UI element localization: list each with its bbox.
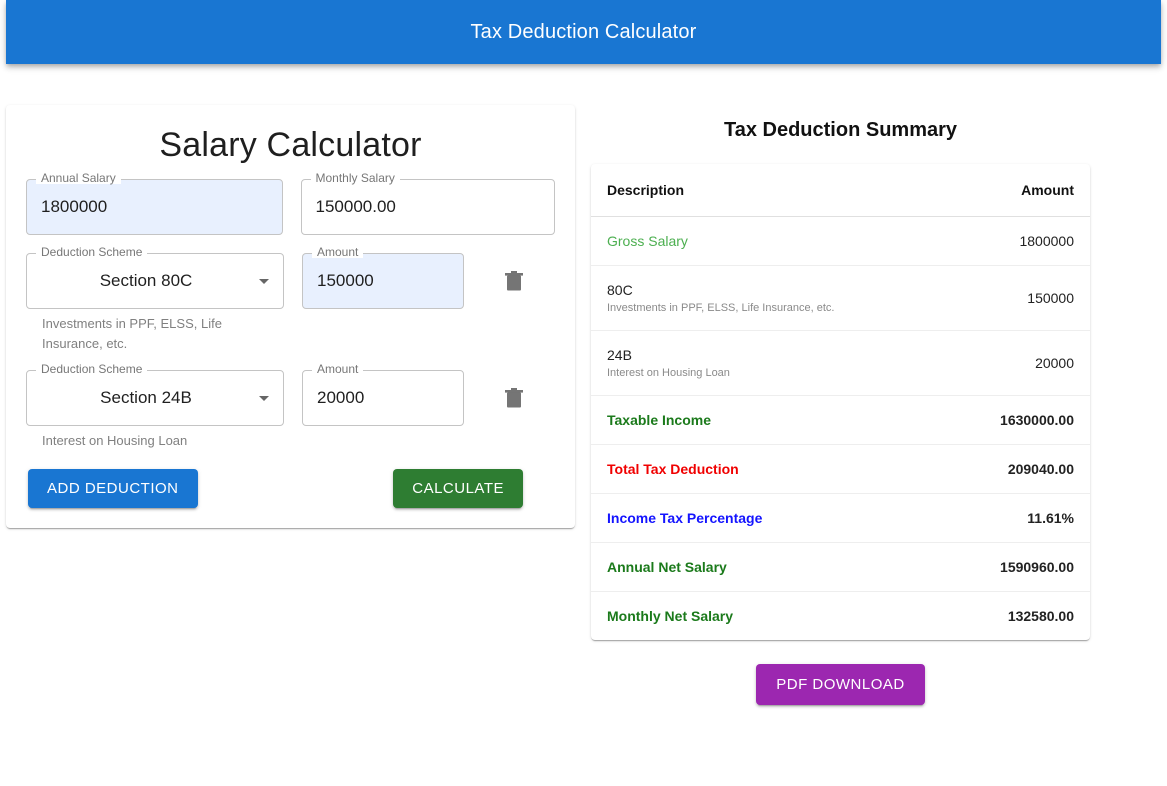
row-label: Taxable Income [607, 412, 712, 428]
row-sublabel: Investments in PPF, ELSS, Life Insurance… [607, 302, 835, 314]
row-amount: 1800000 [945, 216, 1090, 266]
table-row: Gross Salary 1800000 [591, 216, 1090, 266]
row-amount: 20000 [945, 330, 1090, 396]
table-row: Annual Net Salary 1590960.00 [591, 542, 1090, 592]
row-label-cell: Gross Salary [591, 216, 946, 266]
table-header-row: Description Amount [591, 164, 1090, 217]
deduction-amount-value-0: 150000 [317, 271, 374, 290]
calculate-button[interactable]: CALCULATE [393, 469, 523, 508]
deduction-scheme-label-1: Deduction Scheme [36, 363, 148, 375]
chevron-down-icon[interactable] [259, 395, 269, 401]
summary-table-card: Description Amount Gross Salary 1800000 … [591, 164, 1090, 640]
row-label: Gross Salary [607, 233, 688, 249]
row-amount: 150000 [945, 265, 1090, 331]
annual-salary-input[interactable]: Annual Salary 1800000 [26, 172, 283, 235]
table-row: 80C Investments in PPF, ELSS, Life Insur… [591, 265, 1090, 331]
table-row: Total Tax Deduction 209040.00 [591, 444, 1090, 494]
deduction-helper-text-0: Investments in PPF, ELSS, Life Insurance… [42, 316, 222, 351]
summary-table: Description Amount Gross Salary 1800000 … [591, 164, 1090, 640]
row-amount: 11.61% [945, 493, 1090, 543]
row-label: Monthly Net Salary [607, 608, 734, 624]
monthly-salary-value: 150000.00 [315, 197, 396, 216]
delete-deduction-button-0[interactable] [494, 261, 534, 301]
page-title: Salary Calculator [159, 126, 422, 164]
monthly-salary-input[interactable]: Monthly Salary 150000.00 [300, 172, 555, 235]
table-row: Income Tax Percentage 11.61% [591, 493, 1090, 543]
deduction-amount-label-1: Amount [312, 363, 364, 375]
row-amount: 1590960.00 [945, 542, 1090, 592]
row-label: Annual Net Salary [607, 559, 727, 575]
column-header-amount: Amount [945, 164, 1090, 217]
trash-icon [505, 388, 523, 408]
row-label-cell: Annual Net Salary [591, 542, 946, 592]
calculator-actions: ADD DEDUCTION CALCULATE [26, 469, 555, 508]
row-label-cell: Income Tax Percentage [591, 493, 946, 543]
column-header-description: Description [591, 164, 946, 217]
add-deduction-button[interactable]: ADD DEDUCTION [28, 469, 198, 508]
table-row: Taxable Income 1630000.00 [591, 395, 1090, 445]
summary-title: Tax Deduction Summary [723, 119, 958, 141]
pdf-download-button[interactable]: PDF DOWNLOAD [756, 664, 925, 705]
annual-salary-label: Annual Salary [36, 172, 121, 184]
row-label: Total Tax Deduction [607, 461, 739, 477]
row-label-cell: 80C Investments in PPF, ELSS, Life Insur… [591, 265, 946, 331]
row-label: 24B [607, 347, 632, 363]
deduction-row: Deduction Scheme Section 80C Amount 1500… [26, 246, 555, 309]
summary-table-body: Gross Salary 1800000 80C Investments in … [591, 216, 1090, 641]
deduction-scheme-select-1[interactable]: Deduction Scheme Section 24B [26, 363, 284, 426]
deduction-scheme-label-0: Deduction Scheme [36, 246, 148, 258]
row-label-cell: 24B Interest on Housing Loan [591, 330, 946, 396]
deduction-helper-text-1: Interest on Housing Loan [42, 433, 188, 448]
row-amount: 209040.00 [945, 444, 1090, 494]
row-label: 80C [607, 282, 633, 298]
app-title: Tax Deduction Calculator [470, 20, 697, 43]
row-label-cell: Total Tax Deduction [591, 444, 946, 494]
row-label-cell: Monthly Net Salary [591, 592, 945, 641]
row-amount: 132580.00 [1007, 608, 1074, 624]
trash-icon [505, 271, 523, 291]
deduction-amount-label-0: Amount [312, 246, 364, 258]
table-row: Monthly Net Salary 132580.00 [591, 592, 1090, 641]
app-header: Tax Deduction Calculator [6, 0, 1161, 64]
row-amount: 1630000.00 [945, 395, 1090, 445]
deduction-scheme-value-0: Section 80C [99, 271, 193, 290]
salary-calculator-card: Salary Calculator Annual Salary 1800000 … [6, 105, 575, 528]
deduction-scheme-value-1: Section 24B [100, 388, 192, 407]
table-row: 24B Interest on Housing Loan 20000 [591, 330, 1090, 396]
delete-deduction-button-1[interactable] [494, 378, 534, 418]
deduction-amount-input-1[interactable]: Amount 20000 [302, 363, 464, 426]
monthly-salary-label: Monthly Salary [310, 172, 400, 184]
row-label-cell: Taxable Income [591, 395, 946, 445]
annual-salary-value: 1800000 [41, 197, 108, 216]
row-label: Income Tax Percentage [607, 510, 763, 526]
deduction-scheme-select-0[interactable]: Deduction Scheme Section 80C [26, 246, 284, 309]
deduction-amount-value-1: 20000 [317, 388, 365, 407]
chevron-down-icon[interactable] [259, 278, 269, 284]
deduction-row: Deduction Scheme Section 24B Amount 2000… [26, 363, 555, 426]
pdf-download-area: PDF DOWNLOAD [591, 664, 1090, 705]
deduction-amount-input-0[interactable]: Amount 150000 [302, 246, 464, 309]
tax-deduction-summary: Tax Deduction Summary Description Amount… [591, 109, 1090, 705]
salary-row: Annual Salary 1800000 Monthly Salary 150… [26, 172, 555, 235]
summary-table-head: Description Amount [591, 164, 1090, 217]
row-sublabel: Interest on Housing Loan [607, 367, 730, 379]
page-content: Salary Calculator Annual Salary 1800000 … [0, 64, 1167, 786]
